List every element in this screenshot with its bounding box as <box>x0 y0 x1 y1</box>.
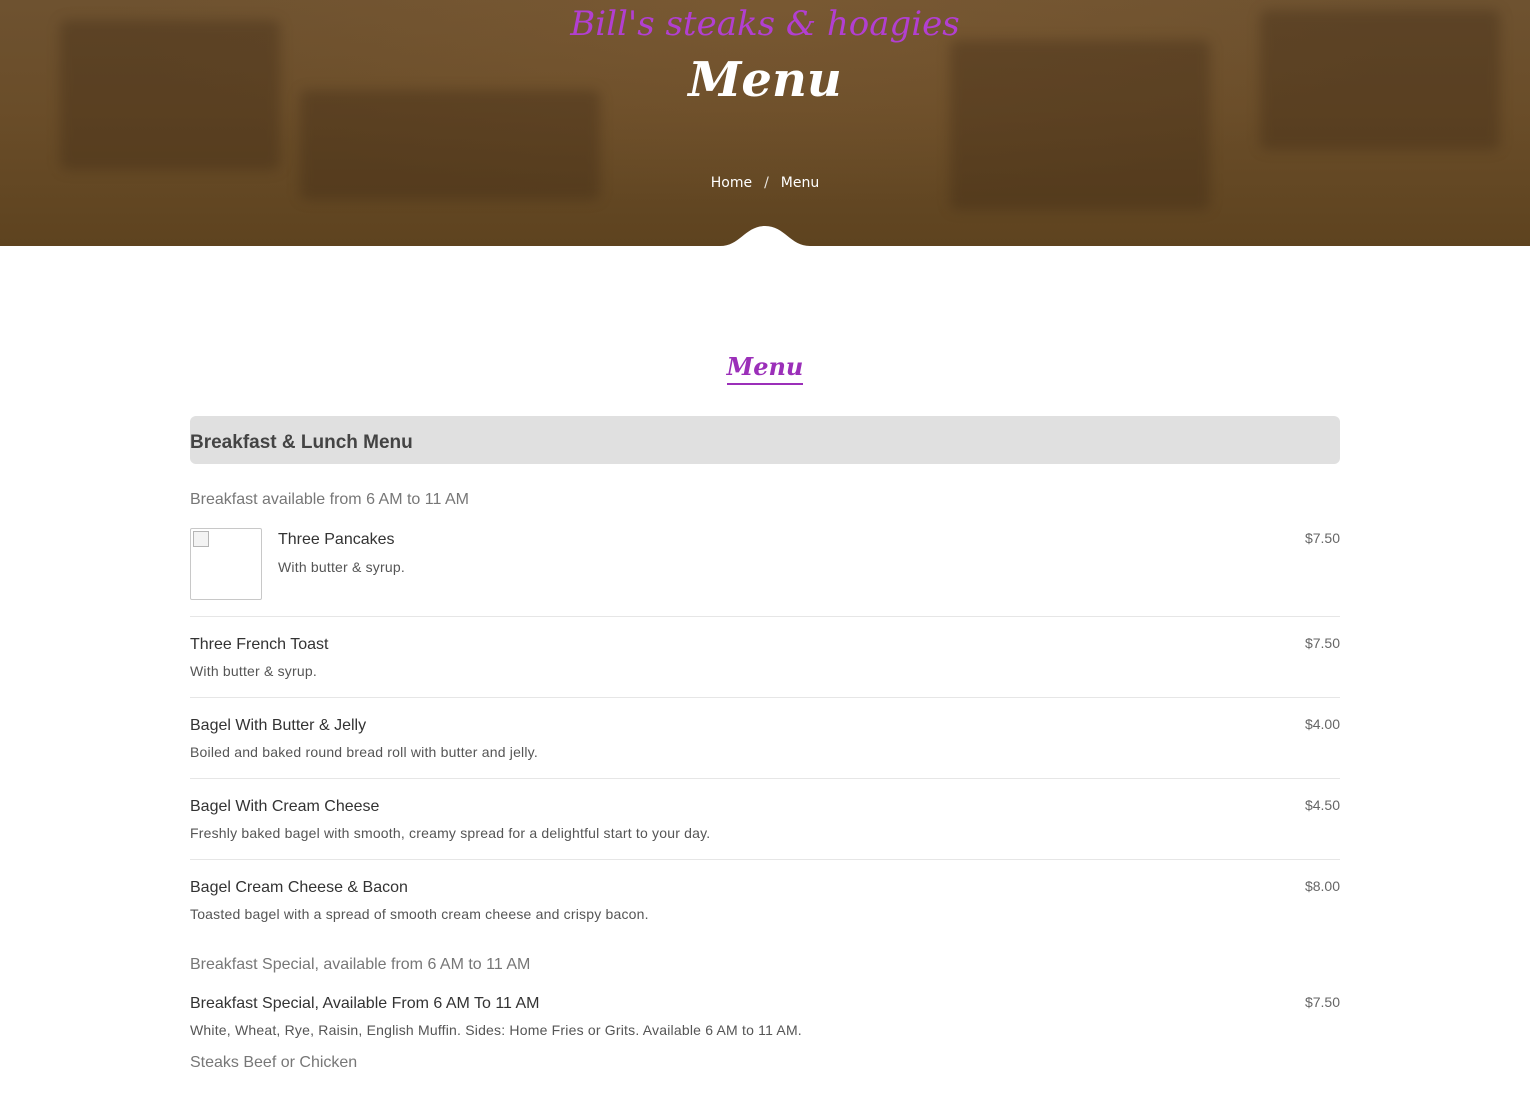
item-name: Three Pancakes <box>278 531 395 548</box>
menu-item: Three French Toast With butter & syrup. … <box>190 617 1340 698</box>
menu-section-heading: Menu <box>0 352 1530 385</box>
menu-item: Bagel With Butter & Jelly Boiled and bak… <box>190 698 1340 779</box>
item-name: Bagel With Butter & Jelly <box>190 717 367 734</box>
page-hero: Bill's steaks & hoagies Menu Home / Menu <box>0 0 1530 246</box>
item-name: Three French Toast <box>190 636 329 653</box>
group-subtitle: Steaks Beef or Chicken <box>190 1054 358 1071</box>
breadcrumb-home-link[interactable]: Home <box>711 175 752 191</box>
menu-item: Breakfast Special, Available From 6 AM T… <box>190 974 1340 1054</box>
brand-logo-text[interactable]: Bill's steaks & hoagies <box>0 4 1530 44</box>
group-subtitle: Breakfast available from 6 AM to 11 AM <box>190 491 469 508</box>
item-description: With butter & syrup. <box>190 663 317 679</box>
hero-bottom-notch <box>720 226 810 246</box>
breadcrumb: Home / Menu <box>0 175 1530 191</box>
item-price: $4.50 <box>1304 797 1340 813</box>
menu-item: Bagel With Cream Cheese Freshly baked ba… <box>190 779 1340 860</box>
item-image <box>190 528 262 600</box>
menu-item: Bagel Cream Cheese & Bacon Toasted bagel… <box>190 860 1340 940</box>
menu-item: Three Pancakes With butter & syrup. $7.5… <box>190 528 1340 617</box>
item-description: Boiled and baked round bread roll with b… <box>190 744 538 760</box>
item-description: White, Wheat, Rye, Raisin, English Muffi… <box>190 1022 802 1038</box>
item-price: $8.00 <box>1304 878 1340 894</box>
item-name: Bagel Cream Cheese & Bacon <box>190 879 408 896</box>
category-header[interactable]: Breakfast & Lunch Menu <box>190 416 1340 464</box>
item-description: Freshly baked bagel with smooth, creamy … <box>190 825 711 841</box>
item-description: With butter & syrup. <box>278 559 405 575</box>
broken-image-icon <box>193 531 209 547</box>
item-name: Breakfast Special, Available From 6 AM T… <box>190 995 540 1012</box>
category-title: Breakfast & Lunch Menu <box>190 432 413 453</box>
item-price: $7.50 <box>1304 530 1340 546</box>
breadcrumb-current: Menu <box>780 175 820 191</box>
group-subtitle: Breakfast Special, available from 6 AM t… <box>190 956 531 973</box>
item-name: Bagel With Cream Cheese <box>190 798 380 815</box>
page-title: Menu <box>688 52 842 108</box>
item-description: Toasted bagel with a spread of smooth cr… <box>190 906 649 922</box>
section-heading-text: Menu <box>726 352 804 385</box>
item-price: $7.50 <box>1304 994 1340 1010</box>
item-price: $7.50 <box>1304 635 1340 651</box>
menu-list: Breakfast & Lunch Menu Breakfast availab… <box>190 416 1340 1072</box>
item-price: $4.00 <box>1304 716 1340 732</box>
breadcrumb-separator: / <box>764 175 769 191</box>
